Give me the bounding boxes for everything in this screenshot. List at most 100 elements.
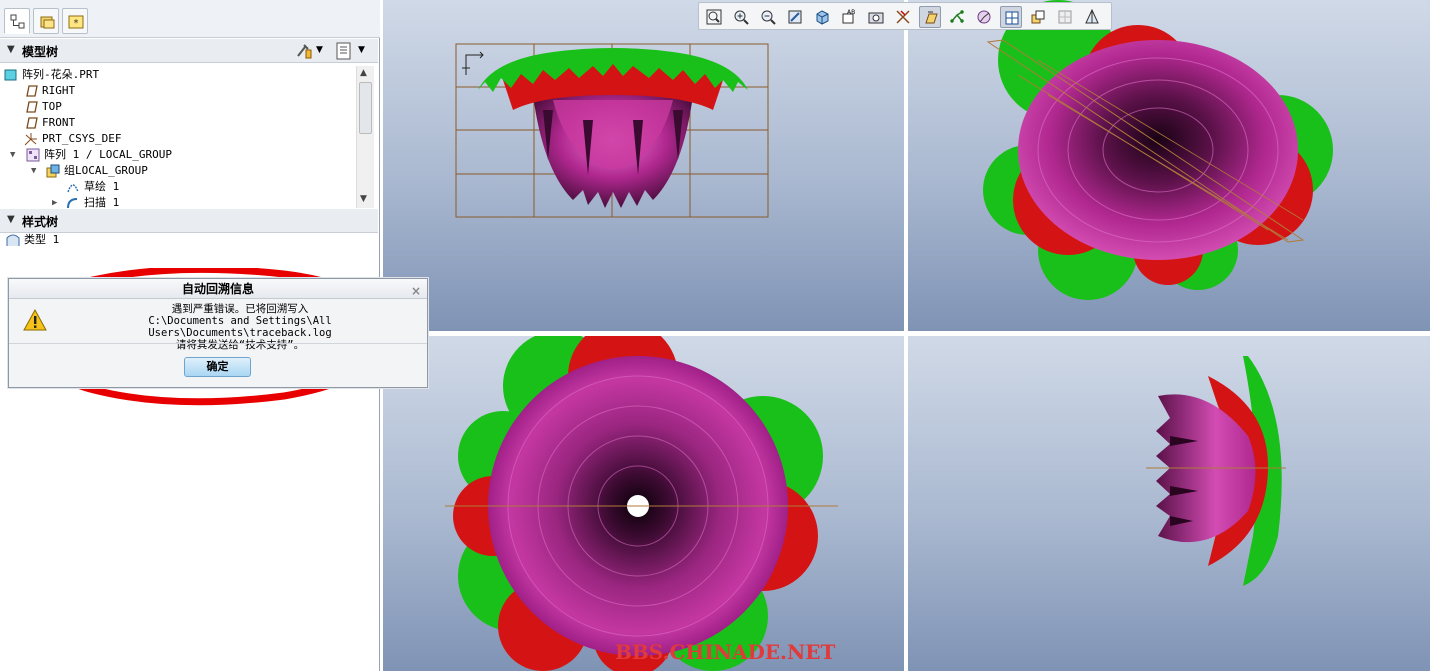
style-tree-title: 样式树 (22, 215, 59, 229)
toolbar-button[interactable] (1054, 6, 1076, 28)
pattern-icon (26, 148, 40, 162)
show-options-icon[interactable] (334, 41, 354, 61)
flower-iso-view (983, 0, 1333, 300)
datum-plane-icon (26, 117, 38, 129)
favorites-icon: * (68, 15, 84, 29)
collapse-arrow-icon[interactable]: ▼ (7, 44, 15, 55)
expand-arrow-icon[interactable]: ▶ (52, 198, 57, 208)
svg-text:AB: AB (847, 9, 855, 16)
dialog-divider (9, 343, 427, 344)
model-tree: 阵列-花朵.PRT RIGHT TOP FRONT PRT_CSYS_DEF ▼ (0, 66, 356, 208)
toolbar-button[interactable] (811, 6, 833, 28)
viewport-right[interactable] (908, 336, 1430, 671)
model-tree-tab[interactable] (4, 8, 30, 34)
sweep-icon (67, 198, 78, 208)
model-tree-scrollbar[interactable]: ▲ ▼ (356, 66, 374, 208)
watermark: BBS.CHINADE.NET (615, 640, 836, 664)
warning-icon (23, 309, 47, 331)
settings-dropdown-icon[interactable]: ▼ (316, 45, 336, 65)
viewport-front[interactable] (383, 0, 904, 331)
toolbar-button[interactable] (730, 6, 752, 28)
scroll-up-icon[interactable]: ▲ (360, 68, 367, 78)
tree-item-label: 类型 1 (24, 233, 60, 246)
zoom-out-icon (761, 10, 776, 25)
datum-plane-icon (26, 85, 38, 97)
tree-item-label: PRT_CSYS_DEF (42, 132, 122, 145)
toolbar-button[interactable] (1000, 6, 1022, 28)
tree-item-label: 阵列-花朵.PRT (22, 68, 100, 81)
toolbar-button[interactable] (1081, 6, 1103, 28)
dialog-title: 自动回溯信息 (181, 282, 254, 296)
app-window: * ▼ 模型树 ▼ ▼ 阵列-花朵.PRT RIGHT TOP FRONT PR… (0, 0, 1430, 671)
toolbar-button[interactable] (973, 6, 995, 28)
viewport-isometric[interactable] (908, 0, 1430, 331)
repaint-icon (788, 10, 802, 24)
toolbar-button[interactable] (1027, 6, 1049, 28)
scroll-down-icon[interactable]: ▼ (360, 194, 367, 204)
csys-icon (24, 133, 37, 146)
zoom-fit-icon (706, 9, 722, 25)
flower-side-view (455, 43, 769, 218)
tree-item-label: 组LOCAL_GROUP (64, 164, 148, 177)
toolbar-button[interactable]: AB (838, 6, 860, 28)
flower-right-view (1146, 356, 1286, 586)
tree-item-label: 扫描 1 (84, 196, 120, 208)
plane-tag-icon (925, 11, 938, 24)
dialog-title-bar: 自动回溯信息 × (9, 279, 427, 299)
toolbar-button[interactable] (784, 6, 806, 28)
spin-center-icon (1085, 9, 1099, 24)
view-manager-icon (868, 12, 884, 24)
viewport-top[interactable] (383, 336, 904, 671)
dialog-message-line: C:\Documents and Settings\All Users\Docu… (148, 315, 332, 339)
toolbar-button[interactable] (865, 6, 887, 28)
toolbar-button[interactable] (757, 6, 779, 28)
folder-icon (40, 16, 55, 29)
csys-display-icon (977, 10, 991, 24)
scroll-thumb[interactable] (359, 82, 372, 134)
style-type-icon (6, 234, 20, 246)
toolbar-button[interactable] (919, 6, 941, 28)
layer-icon (1031, 10, 1045, 24)
graphics-toolbar: AB (698, 2, 1112, 30)
expand-arrow-icon[interactable]: ▼ (31, 166, 36, 176)
tree-item-label: FRONT (42, 116, 76, 129)
group-icon (46, 164, 60, 178)
model-tree-title: 模型树 (22, 45, 59, 59)
svg-text:*: * (74, 18, 79, 29)
collapse-arrow-icon[interactable]: ▼ (7, 214, 15, 225)
flower-top-view (445, 336, 838, 671)
style-tree: 类型 1 (0, 230, 378, 250)
expand-arrow-icon[interactable]: ▼ (10, 150, 15, 160)
model-tree-header[interactable]: ▼ 模型树 ▼ ▼ (0, 39, 378, 63)
show-dropdown-icon[interactable]: ▼ (358, 45, 378, 65)
dialog-message-line: 请将其发送给“技术支持”。 (175, 339, 305, 351)
part-icon (4, 69, 17, 81)
saved-views-icon: AB (842, 9, 855, 24)
section-icon (1058, 10, 1072, 24)
toolbar-button[interactable] (703, 6, 725, 28)
settings-tools-icon[interactable] (294, 41, 314, 61)
traceback-dialog: 自动回溯信息 × 遇到严重错误。已将回溯写入 C:\Documents and … (8, 278, 428, 388)
navigator-tabs: * (0, 0, 380, 38)
model-tree-tools: ▼ ▼ (294, 41, 374, 61)
tree-item-label: 草绘 1 (84, 180, 120, 193)
dialog-message-line: 遇到严重错误。已将回溯写入 (171, 303, 309, 315)
model-tree-tab-icon (10, 14, 25, 29)
tree-item-label: 阵列 1 / LOCAL_GROUP (44, 148, 172, 161)
datum-display-icon (896, 10, 910, 24)
toolbar-button[interactable] (892, 6, 914, 28)
display-style-icon (816, 10, 829, 25)
ok-button[interactable]: 确定 (184, 357, 251, 377)
favorites-tab[interactable]: * (62, 8, 88, 34)
annotation-display-icon (1005, 11, 1019, 25)
datum-plane-icon (26, 101, 38, 113)
close-icon[interactable]: × (411, 281, 421, 301)
axis-triad-icon (462, 51, 484, 75)
tree-item-label: TOP (42, 100, 62, 113)
sketch-icon (67, 184, 79, 193)
toolbar-button[interactable] (946, 6, 968, 28)
folder-browser-tab[interactable] (33, 8, 59, 34)
zoom-in-icon (734, 10, 749, 25)
point-display-icon (950, 10, 964, 23)
tree-item-label: RIGHT (42, 84, 76, 97)
